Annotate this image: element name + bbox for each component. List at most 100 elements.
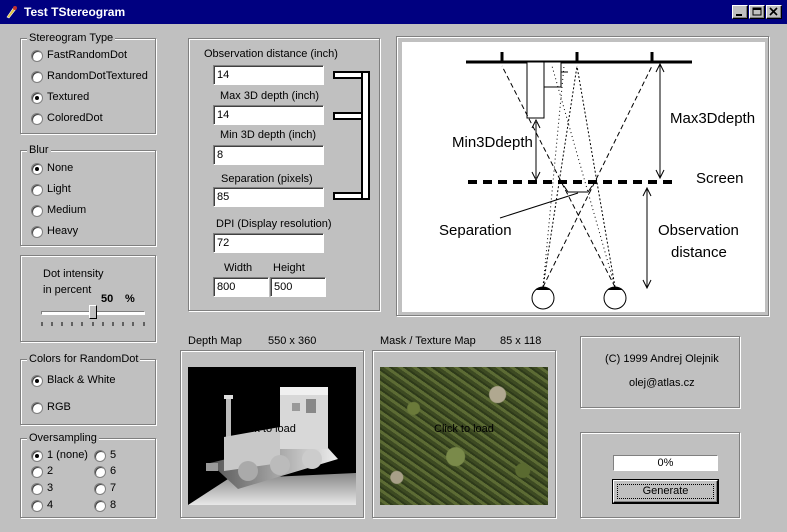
dot-intensity-value: 50 bbox=[101, 293, 114, 305]
depth-map-title: Depth Map bbox=[188, 335, 242, 347]
radio-label: RGB bbox=[47, 401, 71, 413]
observation-distance-input[interactable] bbox=[213, 65, 324, 85]
mask-texture-image[interactable]: Click to load bbox=[380, 367, 548, 505]
radio-circle[interactable] bbox=[31, 113, 43, 125]
depth-map-locomotive bbox=[188, 387, 356, 505]
mask-map-title: Mask / Texture Map bbox=[380, 335, 476, 347]
radio-circle[interactable] bbox=[31, 205, 43, 217]
radio-circle-selected[interactable] bbox=[31, 450, 43, 462]
minimize-button[interactable] bbox=[732, 5, 748, 19]
radio-label: Light bbox=[47, 183, 71, 195]
radio-circle[interactable] bbox=[31, 226, 43, 238]
screen-caption: Screen bbox=[696, 170, 744, 187]
radio-circle[interactable] bbox=[31, 483, 43, 495]
blur-legend: Blur bbox=[27, 144, 51, 156]
generate-button[interactable]: Generate bbox=[612, 479, 719, 504]
radio-circle[interactable] bbox=[94, 450, 106, 462]
depth-object-tall bbox=[526, 61, 545, 119]
radio-label: ColoredDot bbox=[47, 112, 103, 124]
generate-label: Generate bbox=[642, 485, 689, 497]
copyright-text: (C) 1999 Andrej Olejnik bbox=[605, 353, 719, 365]
radio-label: None bbox=[47, 162, 74, 174]
title-bar[interactable]: Test TStereogram bbox=[0, 0, 787, 24]
bracket-observation bbox=[333, 71, 361, 79]
depth-map-image[interactable]: Click to load bbox=[188, 367, 356, 505]
radio-label: FastRandomDot bbox=[47, 49, 128, 61]
radio-circle[interactable] bbox=[94, 483, 106, 495]
diagram-frame: Min3Ddepth Max3Ddepth Screen Separation … bbox=[396, 36, 769, 316]
right-eye-icon bbox=[603, 286, 627, 310]
max3d-depth-input[interactable] bbox=[213, 105, 324, 125]
radio-circle[interactable] bbox=[31, 402, 43, 414]
dpi-label: DPI (Display resolution) bbox=[216, 218, 332, 230]
radio-circle[interactable] bbox=[94, 466, 106, 478]
dpi-input[interactable] bbox=[213, 233, 324, 253]
radio-label: Medium bbox=[47, 204, 87, 216]
depth-object-short bbox=[543, 61, 562, 88]
min3d-depth-label: Min 3D depth (inch) bbox=[220, 129, 316, 141]
colors-group: Colors for RandomDot Black & White RGB bbox=[20, 353, 156, 425]
radio-circle[interactable] bbox=[94, 500, 106, 512]
maximize-icon bbox=[752, 7, 762, 16]
about-group: (C) 1999 Andrej Olejnik olej@atlas.cz bbox=[580, 336, 740, 408]
max3d-caption: Max3Ddepth bbox=[670, 110, 756, 127]
radio-label: 3 bbox=[47, 482, 54, 494]
radio-label: 2 bbox=[47, 465, 54, 477]
radio-circle[interactable] bbox=[31, 71, 43, 83]
minimize-icon bbox=[736, 14, 742, 16]
mask-map-size: 85 x 118 bbox=[500, 335, 542, 347]
dot-intensity-label-2: in percent bbox=[43, 284, 92, 296]
bracket-separation bbox=[333, 192, 361, 200]
bracket-max3d bbox=[333, 112, 361, 120]
height-input[interactable] bbox=[270, 277, 326, 297]
radio-circle[interactable] bbox=[31, 500, 43, 512]
email-text: olej@atlas.cz bbox=[629, 377, 695, 389]
mask-map-hint: Click to load bbox=[434, 423, 494, 435]
stereogram-type-legend: Stereogram Type bbox=[27, 32, 116, 44]
mask-map-frame: Click to load bbox=[372, 350, 556, 518]
depth-map-size: 550 x 360 bbox=[268, 335, 317, 347]
window-title: Test TStereogram bbox=[24, 5, 126, 19]
radio-circle-selected[interactable] bbox=[31, 375, 43, 387]
depth-map-frame: Click to load bbox=[180, 350, 364, 518]
close-button[interactable] bbox=[766, 5, 782, 19]
stereogram-type-group: Stereogram Type FastRandomDot RandomDotT… bbox=[20, 32, 156, 134]
left-eye-icon bbox=[531, 286, 555, 310]
maximize-button[interactable] bbox=[749, 5, 765, 19]
dot-intensity-group: Dot intensity in percent 50 % bbox=[20, 255, 156, 342]
generate-group: 0% Generate bbox=[580, 432, 740, 518]
max3d-depth-label: Max 3D depth (inch) bbox=[220, 90, 320, 102]
separation-caption: Separation bbox=[439, 222, 512, 239]
radio-circle-selected[interactable] bbox=[31, 92, 43, 104]
radio-label: Black & White bbox=[47, 374, 116, 386]
radio-label: 1 (none) bbox=[47, 449, 88, 461]
width-label: Width bbox=[224, 262, 253, 274]
radio-circle[interactable] bbox=[31, 184, 43, 196]
min3d-caption: Min3Ddepth bbox=[452, 134, 533, 151]
radio-label: RandomDotTextured bbox=[47, 70, 148, 82]
separation-input[interactable] bbox=[213, 187, 324, 207]
radio-circle[interactable] bbox=[31, 50, 43, 62]
oversampling-group: Oversampling 1 (none) 2 3 4 5 6 7 8 bbox=[20, 432, 156, 518]
progress-bar: 0% bbox=[613, 455, 718, 471]
height-label: Height bbox=[273, 262, 305, 274]
radio-circle[interactable] bbox=[31, 466, 43, 478]
separation-label: Separation (pixels) bbox=[221, 173, 313, 185]
radio-label: Heavy bbox=[47, 225, 79, 237]
bracket-spine bbox=[361, 71, 370, 200]
radio-label: 6 bbox=[110, 465, 117, 477]
app-icon bbox=[6, 6, 17, 19]
dot-intensity-unit: % bbox=[125, 293, 135, 305]
parameters-group: Observation distance (inch) Max 3D depth… bbox=[188, 38, 380, 311]
observation-distance-label: Observation distance (inch) bbox=[204, 48, 338, 60]
colors-legend: Colors for RandomDot bbox=[27, 353, 141, 365]
radio-circle-selected[interactable] bbox=[31, 163, 43, 175]
width-input[interactable] bbox=[213, 277, 269, 297]
slider-ticks bbox=[41, 322, 145, 326]
blur-group: Blur None Light Medium Heavy bbox=[20, 144, 156, 246]
close-icon bbox=[769, 7, 778, 16]
dot-intensity-slider-thumb[interactable] bbox=[89, 305, 97, 319]
depth-map-hint: Click to load bbox=[236, 423, 296, 435]
min3d-depth-input[interactable] bbox=[213, 145, 324, 165]
observation-caption-2: distance bbox=[671, 244, 727, 261]
